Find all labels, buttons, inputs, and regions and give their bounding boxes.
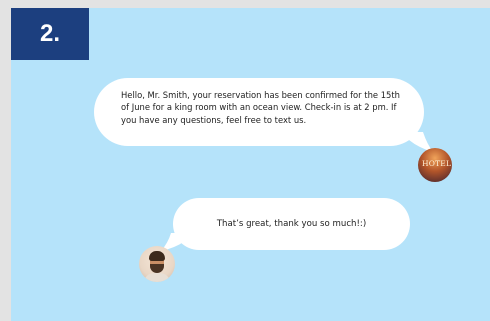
hotel-sign-text: HOTEL	[422, 159, 452, 168]
step-label: 2.	[39, 20, 60, 47]
step-badge: 2.	[11, 8, 89, 60]
hotel-message-bubble: Hello, Mr. Smith, your reservation has b…	[94, 78, 424, 146]
slide: 2. Hello, Mr. Smith, your reservation ha…	[11, 8, 490, 321]
guest-avatar-shirt	[144, 273, 170, 282]
guest-message-bubble: That’s great, thank you so much!:)	[173, 198, 410, 250]
hotel-avatar: HOTEL	[418, 148, 452, 182]
hotel-message-text: Hello, Mr. Smith, your reservation has b…	[121, 90, 400, 125]
guest-avatar-beard	[150, 264, 164, 273]
guest-avatar	[139, 246, 175, 282]
guest-avatar-hair	[149, 251, 165, 261]
guest-message-text: That’s great, thank you so much!:)	[216, 219, 367, 229]
